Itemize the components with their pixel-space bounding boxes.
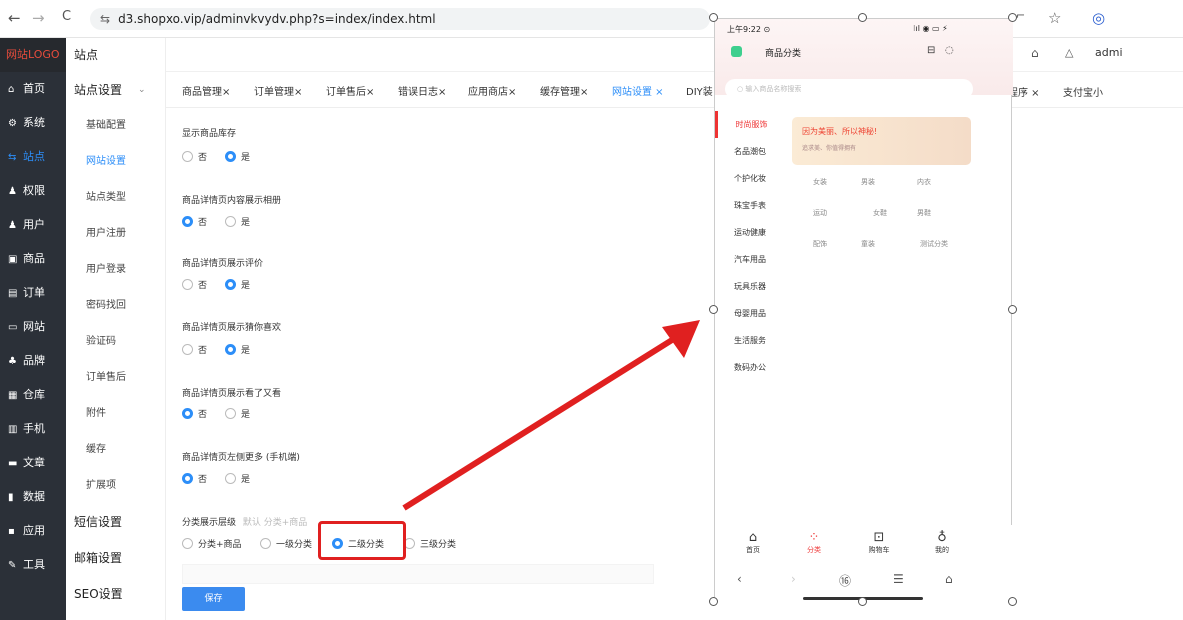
subcategory-item[interactable]: 测试分类 xyxy=(920,239,948,249)
phone-search-input[interactable]: ○ 输入商品名称搜索 xyxy=(725,79,973,99)
banner-title: 因为美丽、所以神秘! xyxy=(802,127,878,136)
category-item[interactable]: 名品潮包 xyxy=(715,138,785,165)
menu-icon[interactable]: ☰ xyxy=(893,572,904,586)
refresh-icon[interactable]: ◌ xyxy=(945,45,954,56)
scan-icon[interactable]: ⊟ xyxy=(927,45,935,56)
home-icon: ⌂ xyxy=(748,530,758,545)
subcategory-item[interactable]: 运动 xyxy=(813,208,827,218)
category-item[interactable]: 汽车用品 xyxy=(715,246,785,273)
category-item[interactable]: 玩具乐器 xyxy=(715,273,785,300)
phone-time: 上午9:22 ⊙ xyxy=(727,25,771,34)
subcategory-item[interactable]: 男鞋 xyxy=(917,208,931,218)
category-item[interactable]: 生活服务 xyxy=(715,327,785,354)
resize-handle[interactable] xyxy=(1008,597,1017,606)
tabbar-label: 我的 xyxy=(935,546,949,554)
resize-handle[interactable] xyxy=(858,597,867,606)
category-item[interactable]: 运动健康 xyxy=(715,219,785,246)
phone-preview: 上午9:22 ⊙ ⁝ıl ◉ ▭ ⚡ 商品分类 ⊟ ◌ ○ 输入商品名称搜索 时… xyxy=(714,18,1013,601)
resize-handle[interactable] xyxy=(1008,305,1017,314)
tabbar-label: 分类 xyxy=(807,546,821,554)
tabbar-category[interactable]: ⁘ 分类 xyxy=(789,530,839,555)
category-item[interactable]: 母婴用品 xyxy=(715,300,785,327)
subcategory-item[interactable]: 男装 xyxy=(861,177,875,187)
forward-icon[interactable]: › xyxy=(791,572,796,586)
phone-page-title: 商品分类 xyxy=(765,49,802,59)
resize-handle[interactable] xyxy=(709,13,718,22)
tabs-count-icon[interactable]: ⑯ xyxy=(839,572,851,589)
subcategory-item[interactable]: 童装 xyxy=(861,239,875,249)
category-item[interactable]: 个护化妆 xyxy=(715,165,785,192)
back-icon[interactable]: ‹ xyxy=(737,572,742,586)
phone-tabbar: ⌂ 首页 ⁘ 分类 ⊡ 购物车 ♁ 我的 xyxy=(715,525,1013,567)
subcategory-item[interactable]: 内衣 xyxy=(917,177,931,187)
category-icon: ⁘ xyxy=(808,530,820,545)
search-placeholder: 输入商品名称搜索 xyxy=(745,85,802,93)
home-icon[interactable]: ⌂ xyxy=(945,572,953,586)
phone-header: 上午9:22 ⊙ ⁝ıl ◉ ▭ ⚡ 商品分类 ⊟ ◌ ○ 输入商品名称搜索 xyxy=(715,19,1013,99)
phone-category-list: 时尚服饰 名品潮包 个护化妆 珠宝手表 运动健康 汽车用品 玩具乐器 母婴用品 … xyxy=(715,111,785,381)
resize-handle[interactable] xyxy=(858,13,867,22)
tabbar-home[interactable]: ⌂ 首页 xyxy=(728,530,778,555)
category-item[interactable]: 时尚服饰 xyxy=(715,111,785,138)
tabbar-mine[interactable]: ♁ 我的 xyxy=(917,530,967,555)
resize-handle[interactable] xyxy=(709,597,718,606)
cart-icon: ⊡ xyxy=(873,530,885,545)
phone-status-icons: ⁝ıl ◉ ▭ ⚡ xyxy=(913,24,948,33)
tabbar-cart[interactable]: ⊡ 购物车 xyxy=(854,530,904,555)
banner-subtitle: 追求美、你值得拥有 xyxy=(802,145,857,152)
phone-system-nav: ‹ › ⑯ ☰ ⌂ xyxy=(715,567,1013,601)
resize-handle[interactable] xyxy=(1008,13,1017,22)
shield-icon xyxy=(731,46,742,57)
tabbar-label: 购物车 xyxy=(868,546,890,554)
subcategory-item[interactable]: 女装 xyxy=(813,177,827,187)
resize-handle[interactable] xyxy=(709,305,718,314)
category-banner[interactable]: 因为美丽、所以神秘! 追求美、你值得拥有 xyxy=(792,117,971,165)
subcategory-item[interactable]: 配饰 xyxy=(813,239,827,249)
arrow-shaft xyxy=(402,337,674,511)
subcategory-item[interactable]: 女鞋 xyxy=(873,208,887,218)
tabbar-label: 首页 xyxy=(746,546,760,554)
category-item[interactable]: 珠宝手表 xyxy=(715,192,785,219)
arrow-head xyxy=(662,320,700,358)
person-icon: ♁ xyxy=(937,530,947,545)
category-item[interactable]: 数码办公 xyxy=(715,354,785,381)
